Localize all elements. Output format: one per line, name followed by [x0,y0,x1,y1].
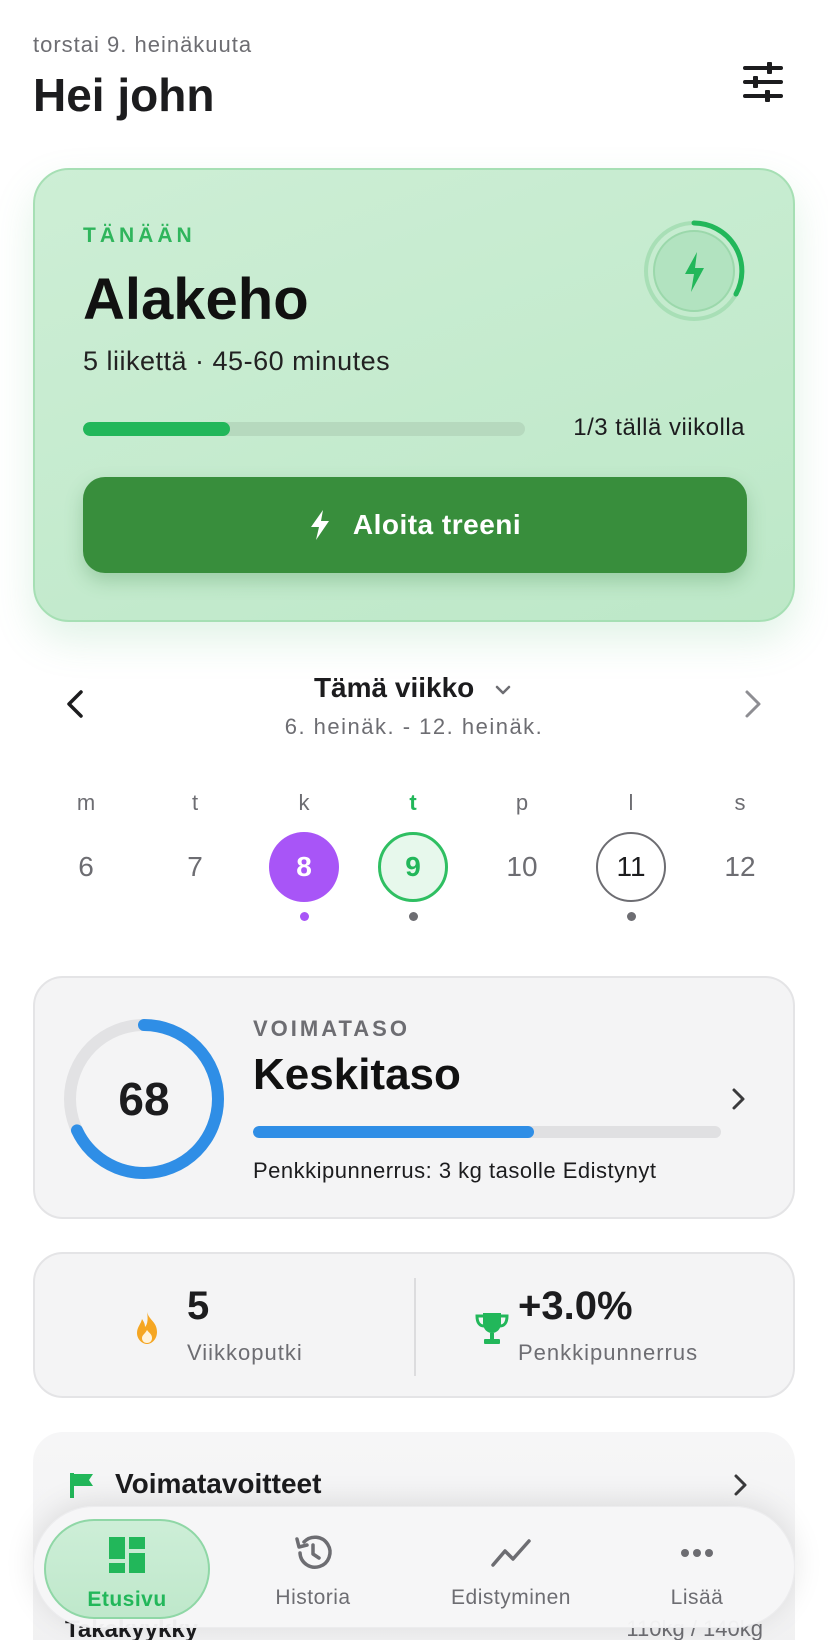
lightning-icon [310,510,329,540]
day-column: t 9 [373,790,453,921]
chevron-down-icon [495,685,511,694]
greeting-title: Hei john [33,69,215,121]
dashboard-icon [109,1537,145,1573]
tab-progress[interactable]: Edistyminen [428,1519,594,1619]
workout-dot [299,912,309,921]
strength-note: Penkkipunnerrus: 3 kg tasolle Edistynyt [253,1158,657,1183]
day-column: k 8 [264,790,344,921]
chevron-right-icon [734,1474,747,1496]
tab-label: Lisää [670,1586,724,1609]
bottom-tab-bar: Etusivu Historia Edistyminen Lisää [33,1506,795,1628]
week-navigator: Tämä viikko 6. heinäk. - 12. heinäk. [33,668,795,748]
date-line: torstai 9. heinäkuuta [33,32,253,57]
start-workout-button[interactable]: Aloita treeni [83,477,747,573]
history-icon [295,1535,332,1569]
bench-stat: +3.0% Penkkipunnerrus [416,1254,796,1400]
streak-stat: 5 Viikkoputki [35,1254,415,1400]
chevron-right-icon [745,690,761,718]
stats-card: 5 Viikkoputki +3.0% Penkkipunnerrus [33,1252,795,1398]
day-letter: s [734,790,746,815]
day-column: t 7 [155,790,235,902]
day-number-planned[interactable]: 11 [596,832,666,902]
tab-label: Edistyminen [451,1586,571,1609]
strength-progress-bar [253,1126,721,1138]
week-title: Tämä viikko [313,672,475,703]
filter-settings-button[interactable] [741,60,785,104]
sliders-icon [743,62,783,102]
day-letter: l [628,790,634,815]
day-number-completed[interactable]: 8 [269,832,339,902]
workout-dot [408,912,418,921]
tab-more[interactable]: Lisää [614,1519,780,1619]
day-letter-today: t [409,790,417,815]
strength-level: Keskitaso [253,1050,461,1099]
workout-subtitle: 5 liikettä · 45-60 minutes [83,346,391,376]
week-progress-text: 1/3 tällä viikolla [573,414,745,441]
tab-label: Etusivu [87,1588,167,1611]
flame-icon [137,1312,157,1344]
more-icon [681,1549,713,1557]
week-range: 6. heinäk. - 12. heinäk. [284,714,544,739]
energy-ring-badge [639,216,749,326]
streak-label: Viikkoputki [187,1340,303,1365]
next-week-button[interactable] [731,684,771,724]
header: torstai 9. heinäkuuta Hei john [33,32,795,132]
day-column: m 6 [46,790,126,902]
chevron-right-icon [732,1088,745,1110]
day-letter: t [191,790,199,815]
workout-title: Alakeho [83,267,309,332]
workout-dot [626,912,636,921]
bench-label: Penkkipunnerrus [518,1340,699,1365]
strength-progress-fill [253,1126,534,1138]
day-number[interactable]: 6 [51,832,121,902]
start-workout-label: Aloita treeni [352,509,522,540]
strength-label: VOIMATASO [253,1016,410,1041]
bench-value: +3.0% [518,1284,633,1328]
day-letter: k [298,790,310,815]
goals-title: Voimatavoitteet [115,1468,322,1499]
tab-history[interactable]: Historia [230,1519,396,1619]
day-number[interactable]: 7 [160,832,230,902]
trend-icon [491,1539,531,1567]
day-number[interactable]: 10 [487,832,557,902]
today-workout-card: TÄNÄÄN Alakeho 5 liikettä · 45-60 minute… [33,168,795,622]
trophy-icon [475,1313,509,1344]
day-column: l 11 [591,790,671,921]
tab-home[interactable]: Etusivu [44,1519,210,1619]
week-days-row: m 6 t 7 k 8 t 9 p 10 l 11 s 12 [33,790,795,940]
week-progress-fill [83,422,231,436]
day-number[interactable]: 12 [705,832,775,902]
day-number-today[interactable]: 9 [378,832,448,902]
day-letter: p [515,790,529,815]
tab-label: Historia [275,1586,351,1609]
flag-icon [70,1473,93,1498]
day-column: s 12 [700,790,780,902]
strength-level-card[interactable]: 68 VOIMATASO Keskitaso Penkkipunnerrus: … [33,976,795,1219]
streak-value: 5 [187,1284,210,1328]
week-selector[interactable]: Tämä viikko [33,672,795,704]
day-letter: m [76,790,96,815]
week-progress-bar [83,422,525,436]
day-column: p 10 [482,790,562,902]
today-label: TÄNÄÄN [83,224,196,247]
strength-score: 68 [118,1073,170,1125]
